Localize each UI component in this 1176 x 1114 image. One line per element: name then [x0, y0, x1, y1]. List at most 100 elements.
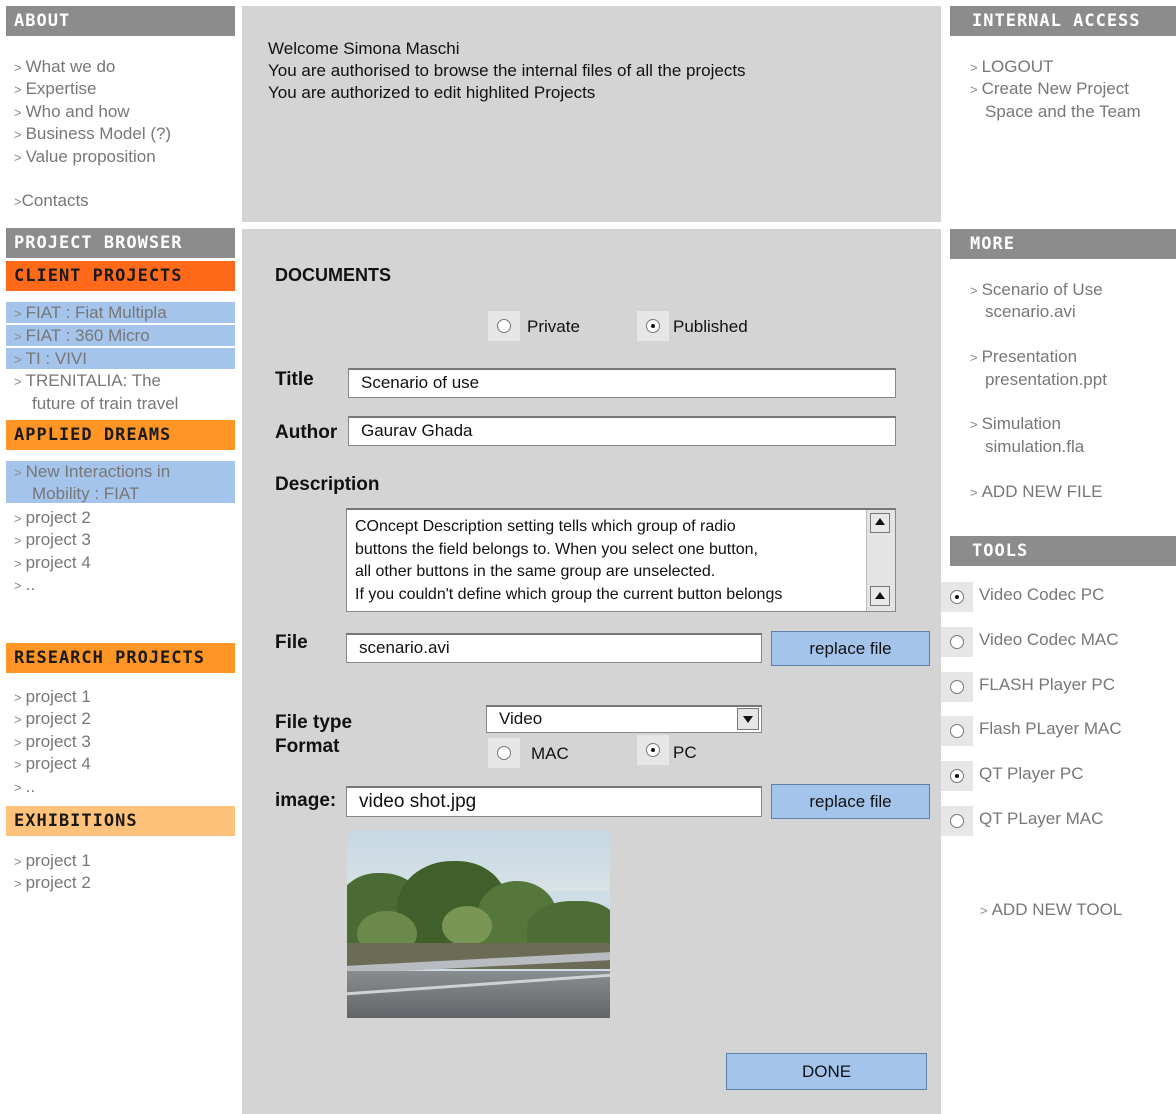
logout-link[interactable]: > LOGOUT [970, 56, 1053, 79]
tool-radio-video-codec-pc[interactable] [941, 582, 973, 612]
tool-label-video-codec-pc: Video Codec PC [979, 585, 1105, 604]
documents-heading: DOCUMENTS [275, 265, 391, 285]
create-project-link[interactable]: > Create New Project [970, 78, 1129, 101]
research-project-more[interactable]: >.. [14, 776, 35, 799]
research-project-4[interactable]: > project 4 [14, 753, 91, 776]
tool-radio-flash-player-pc[interactable] [941, 672, 973, 702]
client-project-fiat-multipla[interactable]: > FIAT : Fiat Multipla [14, 302, 167, 325]
client-project-trenitalia[interactable]: > TRENITALIA: The [14, 370, 161, 393]
more-file-presentation[interactable]: > Presentation [970, 346, 1077, 369]
research-project-3[interactable]: > project 3 [14, 731, 91, 754]
file-input[interactable]: scenario.avi [346, 633, 762, 663]
internal-access-header: INTERNAL ACCESS [950, 6, 1176, 36]
file-type-select[interactable]: Video [486, 705, 762, 733]
client-project-fiat-360[interactable]: > FIAT : 360 Micro [14, 325, 150, 348]
title-input[interactable]: Scenario of use [348, 368, 896, 398]
create-project-link-cont[interactable]: Space and the Team [985, 101, 1141, 123]
arrow-icon: > [970, 350, 978, 365]
arrow-icon: > [970, 417, 978, 432]
about-link-business-model[interactable]: > Business Model (?) [14, 123, 171, 146]
tool-label-qt-player-pc: QT Player PC [979, 764, 1084, 783]
research-project-1[interactable]: > project 1 [14, 686, 91, 709]
more-file-presentation-name[interactable]: presentation.ppt [985, 369, 1107, 391]
done-button[interactable]: DONE [726, 1053, 927, 1090]
more-file-scenario[interactable]: > Scenario of Use [970, 279, 1103, 302]
about-link-contacts[interactable]: >Contacts [14, 190, 89, 213]
private-radio[interactable] [488, 311, 520, 341]
replace-image-button[interactable]: replace file [771, 784, 930, 819]
exhibition-project-2[interactable]: > project 2 [14, 872, 91, 895]
add-new-tool-link[interactable]: > ADD NEW TOOL [980, 899, 1122, 922]
scroll-up-button[interactable] [870, 513, 890, 533]
arrow-icon: > [14, 578, 22, 593]
format-mac-label: MAC [531, 744, 569, 763]
exhibitions-header: EXHIBITIONS [6, 806, 235, 836]
about-link-expertise[interactable]: > Expertise [14, 78, 96, 101]
arrow-icon: > [14, 60, 22, 75]
tool-label-video-codec-mac: Video Codec MAC [979, 630, 1119, 649]
about-link-what-we-do[interactable]: > What we do [14, 56, 115, 79]
arrow-icon: > [14, 105, 22, 120]
client-projects-header: CLIENT PROJECTS [6, 261, 235, 291]
format-pc-radio[interactable] [637, 735, 669, 765]
published-radio-label: Published [673, 317, 748, 336]
arrow-icon: > [14, 194, 22, 209]
description-scrollbar[interactable] [866, 510, 895, 611]
applied-project-2[interactable]: > project 2 [14, 507, 91, 530]
arrow-icon: > [980, 903, 988, 918]
arrow-icon: > [14, 374, 22, 389]
arrow-icon: > [14, 465, 22, 480]
research-project-2[interactable]: > project 2 [14, 708, 91, 731]
chevron-down-icon[interactable] [737, 708, 759, 730]
arrow-icon: > [14, 306, 22, 321]
research-projects-header: RESEARCH PROJECTS [6, 643, 235, 673]
client-project-ti-vivi[interactable]: > TI : VIVI [14, 348, 87, 371]
add-new-file-link[interactable]: > ADD NEW FILE [970, 481, 1103, 504]
arrow-icon: > [14, 854, 22, 869]
tool-radio-video-codec-mac[interactable] [941, 627, 973, 657]
author-input[interactable]: Gaurav Ghada [348, 416, 896, 446]
arrow-icon: > [14, 712, 22, 727]
description-textarea[interactable]: COncept Description setting tells which … [346, 508, 896, 612]
tools-header: TOOLS [950, 536, 1176, 566]
arrow-icon: > [14, 735, 22, 750]
more-file-simulation-name[interactable]: simulation.fla [985, 436, 1084, 458]
welcome-greeting: Welcome Simona Maschi [268, 39, 460, 58]
file-type-value: Video [499, 709, 543, 728]
welcome-browse-permission: You are authorised to browse the interna… [268, 61, 746, 80]
exhibition-project-1[interactable]: > project 1 [14, 850, 91, 873]
scroll-down-button[interactable] [870, 586, 890, 606]
about-link-value-proposition[interactable]: > Value proposition [14, 146, 156, 169]
arrow-icon: > [14, 150, 22, 165]
arrow-icon: > [14, 780, 22, 795]
applied-project-3[interactable]: > project 3 [14, 529, 91, 552]
about-link-who-and-how[interactable]: > Who and how [14, 101, 130, 124]
client-project-trenitalia-cont[interactable]: future of train travel [32, 393, 178, 415]
arrow-icon: > [970, 82, 978, 97]
published-radio[interactable] [637, 311, 669, 341]
arrow-icon: > [14, 876, 22, 891]
description-text: COncept Description setting tells which … [355, 518, 783, 603]
more-header: MORE [950, 229, 1176, 259]
tool-radio-flash-player-mac[interactable] [941, 716, 973, 746]
document-form-panel: DOCUMENTS Private Published Title Scenar… [242, 229, 941, 1114]
file-label: File [275, 632, 308, 653]
arrow-icon: > [14, 757, 22, 772]
arrow-icon: > [970, 60, 978, 75]
tool-radio-qt-player-pc[interactable] [941, 761, 973, 791]
image-label: image: [275, 790, 337, 811]
image-input[interactable]: video shot.jpg [346, 786, 762, 817]
format-pc-label: PC [673, 743, 697, 762]
applied-project-mobility[interactable]: > New Interactions in [14, 461, 170, 484]
more-file-scenario-name[interactable]: scenario.avi [985, 301, 1076, 323]
author-label: Author [275, 422, 338, 443]
image-preview [347, 831, 610, 1018]
tool-radio-qt-player-mac[interactable] [941, 806, 973, 836]
replace-file-button[interactable]: replace file [771, 631, 930, 666]
arrow-icon: > [14, 329, 22, 344]
more-file-simulation[interactable]: > Simulation [970, 413, 1061, 436]
format-mac-radio[interactable] [488, 738, 520, 768]
applied-project-more[interactable]: >.. [14, 574, 35, 597]
applied-project-4[interactable]: > project 4 [14, 552, 91, 575]
applied-project-mobility-cont[interactable]: Mobility : FIAT [32, 483, 139, 505]
